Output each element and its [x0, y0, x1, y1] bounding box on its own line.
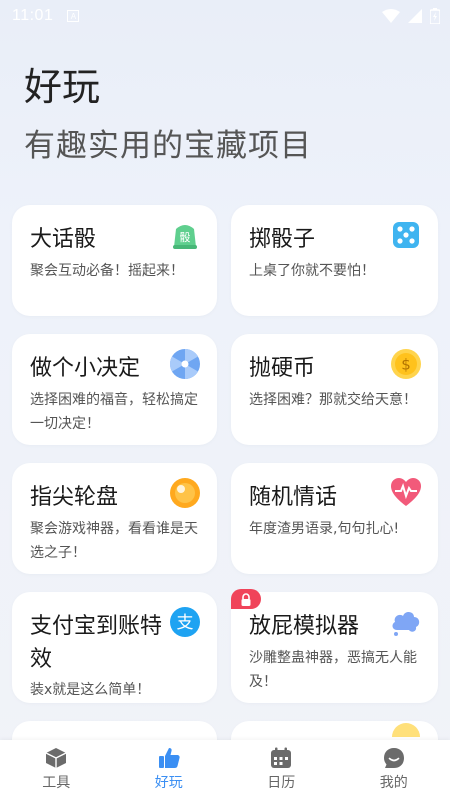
tab-mine[interactable]: 我的 [338, 740, 450, 800]
dice-cup-icon-text: 骰 [180, 231, 191, 244]
signal-icon [408, 9, 422, 23]
orange-ball-icon [170, 478, 200, 508]
card-title: 大话骰 [30, 227, 97, 252]
bottom-tab-bar: 工具 好玩 日历 我的 [0, 740, 450, 800]
lock-icon [241, 592, 251, 606]
card-small-decision[interactable]: 做个小决定 选择困难的福音，轻松搞定一切决定！ [12, 334, 217, 445]
card-desc: 选择困难？那就交给天意！ [249, 392, 417, 408]
wifi-icon [382, 9, 400, 23]
card-title: 放屁模拟器 [249, 614, 360, 639]
lock-badge [231, 589, 261, 609]
card-dahua-dice[interactable]: 大话骰 骰 聚会互动必备！摇起来！ [12, 205, 217, 316]
box-icon [45, 748, 67, 768]
coin-partial-icon [392, 723, 420, 737]
dice-cup-icon: 骰 [173, 225, 197, 249]
dice-icon [393, 222, 419, 248]
tab-tools[interactable]: 工具 [0, 740, 113, 800]
card-desc: 聚会游戏神器，看看谁是天选之子！ [30, 521, 198, 561]
card-random-love-words[interactable]: 随机情话 年度渣男语录,句句扎心! [231, 463, 438, 574]
status-indicators [382, 8, 440, 24]
card-desc: 上桌了你就不要怕！ [249, 263, 375, 279]
coin-icon-text: $ [401, 356, 411, 374]
thumbs-up-icon [158, 748, 180, 768]
card-title: 指尖轮盘 [30, 485, 119, 510]
card-finger-roulette[interactable]: 指尖轮盘 聚会游戏神器，看看谁是天选之子！ [12, 463, 217, 574]
coin-icon: $ [391, 349, 421, 379]
status-time: 11:01 [12, 7, 54, 24]
card-alipay-effect[interactable]: 支付宝到账特效 支 装x就是这么简单！ [12, 592, 217, 703]
page-subtitle: 有趣实用的宝藏项目 [24, 128, 312, 164]
battery-icon [430, 8, 440, 24]
status-bar: 11:01 A [0, 0, 450, 32]
card-fart-simulator[interactable]: 放屁模拟器 沙雕整蛊神器，恶搞无人能及！ [231, 589, 438, 703]
card-desc: 聚会互动必备！摇起来！ [30, 263, 184, 279]
cloud-icon [392, 611, 420, 636]
card-flip-coin[interactable]: 抛硬币 $ 选择困难？那就交给天意！ [231, 334, 438, 445]
card-title: 抛硬币 [249, 356, 316, 381]
card-desc: 装x就是这么简单！ [30, 682, 151, 698]
card-desc: 选择困难的福音，轻松搞定一切决定！ [30, 392, 198, 432]
card-title: 支付宝到账特效 [30, 614, 163, 672]
tab-label: 工具 [42, 775, 71, 791]
card-desc: 年度渣男语录,句句扎心! [249, 521, 400, 537]
heart-pulse-icon [391, 478, 421, 506]
card-title: 随机情话 [249, 485, 338, 510]
alipay-icon-text: 支 [177, 613, 194, 633]
tab-fun[interactable]: 好玩 [113, 740, 226, 800]
alipay-icon: 支 [170, 607, 200, 637]
face-icon [383, 748, 404, 768]
card-title: 掷骰子 [249, 227, 316, 252]
tab-label: 日历 [267, 775, 296, 791]
status-notification-icon: A [67, 10, 80, 22]
tab-label: 好玩 [154, 775, 183, 791]
page-title: 好玩 [24, 65, 101, 109]
tab-label: 我的 [379, 775, 408, 791]
calendar-icon [271, 747, 292, 768]
card-title: 做个小决定 [30, 356, 141, 381]
card-desc: 沙雕整蛊神器，恶搞无人能及！ [249, 650, 417, 690]
wheel-icon [169, 349, 200, 379]
card-roll-dice[interactable]: 掷骰子 上桌了你就不要怕！ [231, 205, 438, 316]
tab-calendar[interactable]: 日历 [225, 740, 338, 800]
